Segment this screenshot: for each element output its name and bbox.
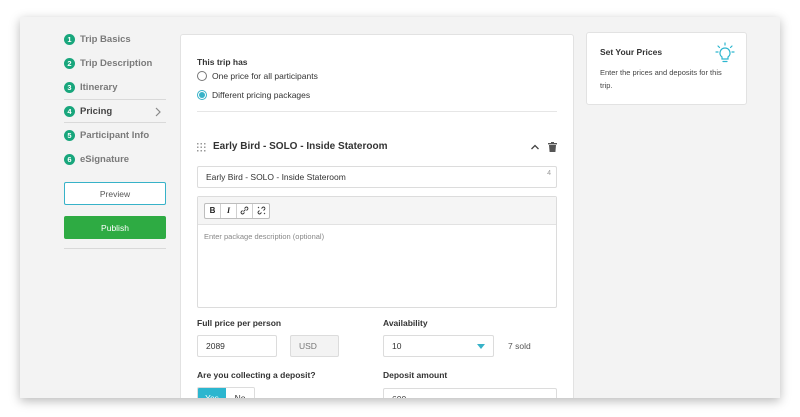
sidebar-item-label: Participant Info xyxy=(80,129,150,141)
availability-label: Availability xyxy=(383,318,428,328)
radio-one-price[interactable]: One price for all participants xyxy=(197,71,318,81)
sidebar-item-participant-info[interactable]: 5 Participant Info xyxy=(64,123,166,147)
radio-button[interactable] xyxy=(197,90,207,100)
description-placeholder: Enter package description (optional) xyxy=(204,232,325,241)
lightbulb-icon xyxy=(715,42,735,63)
sidebar-item-trip-basics[interactable]: 1 Trip Basics xyxy=(64,27,166,51)
sidebar-item-label: Trip Description xyxy=(80,57,153,69)
step-number-badge: 3 xyxy=(64,81,75,93)
editor-toolbar: B I xyxy=(198,197,556,225)
sold-count: 7 sold xyxy=(508,341,531,351)
currency-field: USD xyxy=(290,335,339,357)
availability-value: 10 xyxy=(392,341,402,351)
sidebar-item-itinerary[interactable]: 3 Itinerary xyxy=(64,75,166,99)
preview-button[interactable]: Preview xyxy=(64,182,166,205)
deposit-amount-input[interactable]: 600 xyxy=(383,388,557,398)
chevron-up-icon[interactable] xyxy=(530,142,540,152)
unlink-icon xyxy=(257,206,265,215)
step-number-badge: 1 xyxy=(64,33,75,45)
drag-handle-icon[interactable] xyxy=(197,143,206,152)
radio-different-packages[interactable]: Different pricing packages xyxy=(197,90,310,100)
deposit-amount-label: Deposit amount xyxy=(383,370,448,380)
link-icon xyxy=(240,206,249,215)
chevron-right-icon xyxy=(155,107,161,117)
sidebar-item-pricing[interactable]: 4 Pricing xyxy=(64,99,166,123)
package-title: Early Bird - SOLO - Inside Stateroom xyxy=(213,141,388,152)
char-count: 4 xyxy=(547,170,551,177)
info-card-text: Enter the prices and deposits for this t… xyxy=(600,68,722,90)
info-card-title: Set Your Prices xyxy=(600,47,663,57)
info-card: Set Your Prices Enter the prices and dep… xyxy=(586,32,747,105)
bold-button[interactable]: B xyxy=(205,203,221,218)
deposit-amount-value: 600 xyxy=(392,394,406,398)
step-number-badge: 5 xyxy=(64,129,75,141)
deposit-yes-button[interactable]: Yes xyxy=(198,388,226,398)
sidebar-item-label: Itinerary xyxy=(80,81,118,93)
full-price-input[interactable]: 2089 xyxy=(197,335,277,357)
sidebar-divider xyxy=(64,248,166,249)
sidebar-item-trip-description[interactable]: 2 Trip Description xyxy=(64,51,166,75)
italic-button[interactable]: I xyxy=(221,203,237,218)
step-number-badge: 4 xyxy=(64,105,75,117)
radio-label: Different pricing packages xyxy=(212,90,311,100)
sidebar-item-label: eSignature xyxy=(80,153,130,165)
deposit-toggle: Yes No xyxy=(197,387,255,398)
full-price-value: 2089 xyxy=(206,341,225,351)
trip-has-label: This trip has xyxy=(197,57,248,67)
dropdown-caret-icon xyxy=(477,344,485,349)
steps-sidebar: 1 Trip Basics 2 Trip Description 3 Itine… xyxy=(64,27,166,171)
pricing-panel: This trip has One price for all particip… xyxy=(180,34,574,398)
sidebar-item-label: Trip Basics xyxy=(80,33,131,45)
availability-select[interactable]: 10 xyxy=(383,335,494,357)
description-editor[interactable]: B I Enter package description (optional) xyxy=(197,196,557,308)
sidebar-item-label: Pricing xyxy=(80,105,113,117)
step-number-badge: 2 xyxy=(64,57,75,69)
format-button-group: B I xyxy=(204,202,270,219)
publish-button[interactable]: Publish xyxy=(64,216,166,239)
package-name-value: Early Bird - SOLO - Inside Stateroom xyxy=(206,172,346,182)
link-button[interactable] xyxy=(237,203,253,218)
deposit-question-label: Are you collecting a deposit? xyxy=(197,370,316,380)
radio-button[interactable] xyxy=(197,71,207,81)
app-window: 1 Trip Basics 2 Trip Description 3 Itine… xyxy=(20,17,780,398)
section-divider xyxy=(197,111,557,112)
package-name-input[interactable]: Early Bird - SOLO - Inside Stateroom 4 xyxy=(197,166,557,188)
step-number-badge: 6 xyxy=(64,153,75,165)
radio-label: One price for all participants xyxy=(212,71,318,81)
sidebar-item-esignature[interactable]: 6 eSignature xyxy=(64,147,166,171)
unlink-button[interactable] xyxy=(253,204,269,218)
trash-icon[interactable] xyxy=(548,142,557,152)
full-price-label: Full price per person xyxy=(197,318,282,328)
deposit-no-button[interactable]: No xyxy=(226,388,254,398)
currency-value: USD xyxy=(299,341,317,351)
